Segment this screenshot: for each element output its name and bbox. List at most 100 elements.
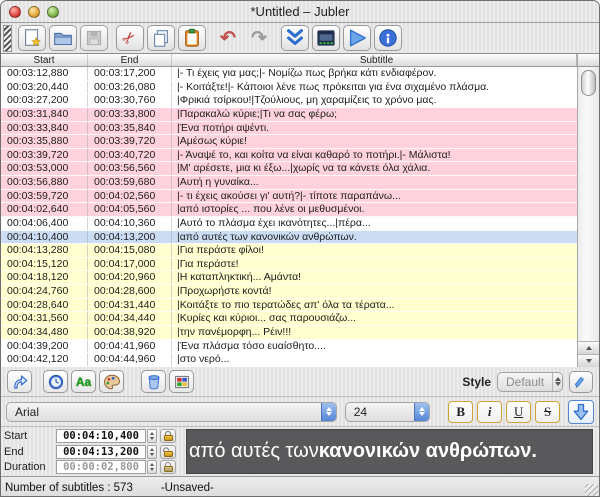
time-tools-button[interactable] (43, 370, 68, 393)
table-cell-end: 00:04:02,560 (88, 190, 172, 203)
table-cell-text: |την πανέμορφη... Ρέιν!!! (172, 326, 577, 339)
unsaved-status-text: -Unsaved- (161, 482, 214, 494)
table-row[interactable]: 00:03:33,84000:03:35,840|Ένα ποτήρι αψέν… (1, 122, 577, 136)
save-file-button (80, 25, 108, 51)
table-row[interactable]: 00:03:12,88000:03:17,200|- Τι έχεις για … (1, 67, 577, 81)
font-family-dropdown[interactable]: Arial (6, 402, 337, 422)
table-row[interactable]: 00:04:06,40000:04:10,360|Αυτό το πλάσμα … (1, 217, 577, 231)
close-button[interactable] (9, 6, 21, 18)
table-cell-text: |Για περάστε φίλοι! (172, 244, 577, 257)
column-header-start[interactable]: Start (1, 54, 88, 66)
delete-tools-button[interactable] (141, 370, 166, 393)
table-cell-end: 00:04:41,960 (88, 340, 172, 353)
table-cell-start: 00:04:15,120 (1, 258, 88, 271)
video-frame-icon (315, 27, 337, 49)
column-header-end[interactable]: End (88, 54, 172, 66)
lock-open-icon (164, 447, 173, 457)
duration-stepper[interactable] (147, 460, 157, 474)
scroll-down-button[interactable] (578, 354, 599, 367)
table-row[interactable]: 00:04:15,12000:04:17,000|Για περάστε! (1, 258, 577, 272)
table-row[interactable]: 00:04:10,40000:04:13,200|από αυτές των κ… (1, 231, 577, 245)
video-preview-button[interactable] (312, 25, 340, 51)
table-row[interactable]: 00:04:02,64000:04:05,560|από ιστορίες ..… (1, 203, 577, 217)
table-cell-text: |Κοιτάξτε το πιο τερατώδες απ' όλα τα τέ… (172, 299, 577, 312)
open-file-button[interactable] (49, 25, 77, 51)
table-cell-start: 00:03:59,720 (1, 190, 88, 203)
strikethrough-button[interactable]: S (535, 401, 560, 423)
table-cell-end: 00:03:30,760 (88, 94, 172, 107)
join-subtitles-button[interactable] (281, 25, 309, 51)
paste-button[interactable] (178, 25, 206, 51)
resize-grip[interactable] (585, 484, 598, 497)
table-cell-text: |Ένα πλάσμα τόσο ευαίσθητο.... (172, 340, 577, 353)
table-cell-text: |Προχωρήστε κοντά! (172, 285, 577, 298)
table-cell-end: 00:03:35,840 (88, 122, 172, 135)
table-row[interactable]: 00:04:18,12000:04:20,960|Η καταπληκτική.… (1, 271, 577, 285)
edit-style-button[interactable] (569, 371, 593, 393)
status-bar: Number of subtitles : 573 -Unsaved- (1, 476, 599, 497)
table-row[interactable]: 00:04:31,56000:04:34,440|Κυρίες και κύρι… (1, 312, 577, 326)
toolbar-drag-handle[interactable] (3, 25, 12, 52)
table-row[interactable]: 00:04:28,64000:04:31,440|Κοιτάξτε το πιο… (1, 299, 577, 313)
lock-closed-icon (164, 431, 173, 441)
end-lock-button[interactable] (160, 445, 176, 459)
vertical-scrollbar[interactable] (577, 54, 599, 367)
preview-text-regular: από αυτές των (189, 440, 319, 463)
table-row[interactable]: 00:03:20,44000:03:26,080|- Κοιτάξτε!|- Κ… (1, 81, 577, 95)
redo-button[interactable]: ↷ (245, 25, 273, 51)
duration-lock-button[interactable] (160, 460, 176, 474)
table-row[interactable]: 00:04:42,12000:04:44,960|στο νερό... (1, 353, 577, 367)
double-chevron-down-icon (284, 27, 306, 49)
table-row[interactable]: 00:03:39,72000:03:40,720|- Άναψέ το, και… (1, 149, 577, 163)
start-lock-button[interactable] (160, 429, 176, 443)
copy-icon (150, 27, 172, 49)
zoom-button[interactable] (47, 6, 59, 18)
info-button[interactable] (374, 25, 402, 51)
cut-button[interactable]: ✂ (116, 25, 144, 51)
play-triangle-icon (346, 27, 368, 49)
bold-button[interactable]: B (448, 401, 473, 423)
end-time-field[interactable]: 00:04:13,200 (56, 445, 146, 459)
cut-scissors-icon: ✂ (119, 27, 142, 50)
undo-button[interactable]: ↶ (214, 25, 242, 51)
jump-arrow-button[interactable] (7, 370, 32, 393)
style-label: Style (462, 375, 491, 389)
scroll-up-button[interactable] (578, 341, 599, 354)
table-row[interactable]: 00:03:59,72000:04:02,560|- τι έχεις ακού… (1, 190, 577, 204)
table-row[interactable]: 00:03:27,20000:03:30,760|Φρικιά τσίρκου!… (1, 94, 577, 108)
title-bar[interactable]: *Untitled – Jubler (1, 1, 599, 23)
table-row[interactable]: 00:04:13,28000:04:15,080|Για περάστε φίλ… (1, 244, 577, 258)
table-cell-text: |Αυτή η γυναίκα... (172, 176, 577, 189)
apply-style-button[interactable] (568, 400, 594, 424)
table-row[interactable]: 00:03:31,84000:03:33,800|Παρακαλώ κύριε;… (1, 108, 577, 122)
style-dropdown[interactable]: Default (497, 372, 563, 392)
table-cell-start: 00:03:35,880 (1, 135, 88, 148)
start-time-stepper[interactable] (147, 429, 157, 443)
layout-tools-button[interactable] (169, 370, 194, 393)
column-header-subtitle[interactable]: Subtitle (172, 54, 577, 66)
subtitle-text-editor[interactable]: από αυτές των κανονικών ανθρώπων. (186, 429, 593, 474)
copy-button[interactable] (147, 25, 175, 51)
table-row[interactable]: 00:03:53,00000:03:56,560|Μ' αρέσετε, μια… (1, 162, 577, 176)
minimize-button[interactable] (28, 6, 40, 18)
scrollbar-thumb[interactable] (581, 70, 596, 96)
font-tools-button[interactable]: Aa (71, 370, 96, 393)
table-row[interactable]: 00:04:24,76000:04:28,600|Προχωρήστε κοντ… (1, 285, 577, 299)
table-row[interactable]: 00:03:56,88000:03:59,680|Αυτή η γυναίκα.… (1, 176, 577, 190)
play-button[interactable] (343, 25, 371, 51)
scrollbar-track[interactable] (578, 67, 599, 341)
underline-button[interactable]: U (506, 401, 531, 423)
font-size-dropdown[interactable]: 24 (345, 402, 430, 422)
preview-text-bold: κανονικών ανθρώπων. (319, 440, 537, 463)
start-time-field[interactable]: 00:04:10,400 (56, 429, 146, 443)
table-row[interactable]: 00:03:35,88000:03:39,720|Αμέσως κύριε! (1, 135, 577, 149)
table-cell-text: |Παρακαλώ κύριε;|Τι να σας φέρω; (172, 108, 577, 121)
italic-button[interactable]: i (477, 401, 502, 423)
table-row[interactable]: 00:04:34,48000:04:38,920|την πανέμορφη..… (1, 326, 577, 340)
table-row[interactable]: 00:04:39,20000:04:41,960|Ένα πλάσμα τόσο… (1, 340, 577, 354)
table-cell-end: 00:04:31,440 (88, 299, 172, 312)
color-tools-button[interactable] (99, 370, 124, 393)
end-time-stepper[interactable] (147, 445, 157, 459)
new-file-button[interactable] (18, 25, 46, 51)
table-cell-end: 00:04:20,960 (88, 271, 172, 284)
